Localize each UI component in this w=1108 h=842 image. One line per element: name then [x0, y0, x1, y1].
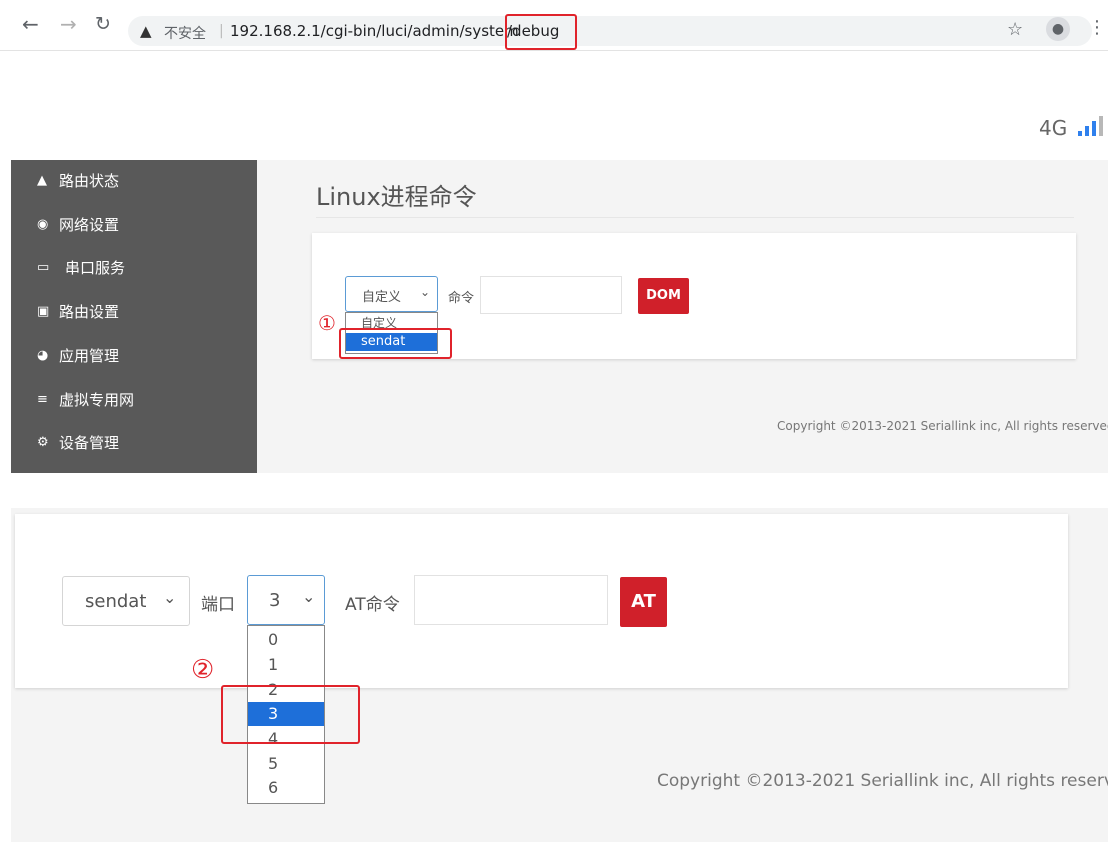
port-select-value: 3	[269, 590, 281, 611]
sidebar-item-vpn[interactable]: ≡ 虚拟专用网	[37, 389, 134, 411]
sidebar-item-serial[interactable]: ▭ 串口服务	[37, 257, 125, 279]
calendar-icon: ▣	[37, 304, 50, 319]
serial-port-icon: ▭	[37, 260, 50, 275]
sidebar-item-label: 虚拟专用网	[59, 391, 135, 409]
chevron-down-icon: ⌄	[420, 285, 431, 299]
browser-toolbar: ← → ↻ ▲ 不安全 | 192.168.2.1/cgi-bin/luci/a…	[0, 0, 1108, 51]
sidebar-item-label: 应用管理	[59, 347, 120, 365]
signal-bar-4	[1099, 116, 1103, 136]
mode-select-value: sendat	[85, 591, 147, 612]
network-type-label: 4G	[1039, 116, 1068, 140]
command-label: 命令	[448, 291, 475, 306]
annotation-1: ①	[318, 311, 336, 335]
sidebar-item-status[interactable]: ▲ 路由状态	[37, 170, 119, 192]
home-icon: ▲	[37, 173, 47, 188]
url-text: 192.168.2.1/cgi-bin/luci/admin/system	[230, 22, 519, 40]
kebab-menu-icon[interactable]: ⋮	[1088, 17, 1106, 38]
chevron-down-icon: ⌄	[302, 587, 316, 606]
port-label: 端口	[201, 595, 235, 615]
arrow-left-icon[interactable]: ←	[22, 14, 39, 34]
port-select[interactable]: 3 ⌄	[247, 575, 325, 625]
port-option-1[interactable]: 1	[248, 652, 324, 677]
page-title: Linux进程命令	[316, 183, 477, 211]
at-command-input[interactable]	[414, 575, 608, 625]
option-highlight-box	[221, 685, 360, 744]
option-highlight-box	[339, 328, 452, 359]
person-icon[interactable]: ●	[1046, 17, 1070, 41]
security-label: 不安全	[164, 26, 206, 42]
at-command-label: AT命令	[345, 595, 400, 615]
arrow-right-icon[interactable]: →	[60, 14, 77, 34]
sidebar-item-label: 路由设置	[59, 303, 120, 321]
sidebar: ▲ 路由状态 ◉ 网络设置 ▭ 串口服务 ▣ 路由设置 ◕ 应用管理 ≡ 虚拟专…	[11, 160, 257, 473]
chevron-down-icon: ⌄	[163, 588, 177, 607]
globe-icon: ◉	[37, 217, 49, 232]
signal-bar-3	[1092, 121, 1096, 136]
gear-icon: ⚙	[37, 435, 49, 450]
sidebar-item-label: 网络设置	[59, 216, 120, 234]
sidebar-item-label: 设备管理	[59, 434, 120, 452]
sidebar-item-label: 串口服务	[65, 259, 126, 277]
sidebar-item-network[interactable]: ◉ 网络设置	[37, 214, 119, 236]
title-divider	[316, 217, 1074, 218]
star-icon[interactable]: ☆	[1007, 19, 1023, 40]
sidebar-item-router-settings[interactable]: ▣ 路由设置	[37, 301, 119, 323]
signal-bar-1	[1078, 131, 1082, 136]
reload-icon[interactable]: ↻	[95, 14, 111, 34]
signal-strength-icon	[1078, 114, 1108, 136]
warning-triangle-icon: ▲	[140, 22, 152, 40]
url-highlight-box	[505, 14, 577, 50]
mode-select-lower[interactable]: sendat ⌄	[62, 576, 190, 626]
signal-bar-2	[1085, 126, 1089, 136]
port-option-5[interactable]: 5	[248, 751, 324, 776]
dom-button[interactable]: DOM	[638, 278, 689, 314]
mode-select[interactable]: 自定义 ⌄	[345, 276, 438, 312]
mode-select-value: 自定义	[362, 290, 402, 305]
sidebar-item-device[interactable]: ⚙ 设备管理	[37, 432, 119, 454]
command-input[interactable]	[480, 276, 622, 314]
address-bar[interactable]: ▲ 不安全 | 192.168.2.1/cgi-bin/luci/admin/s…	[128, 16, 1092, 46]
sidebar-item-label: 路由状态	[59, 172, 120, 190]
copyright-text: Copyright ©2013-2021 Seriallink inc, All…	[777, 419, 1108, 433]
sidebar-item-apps[interactable]: ◕ 应用管理	[37, 345, 119, 367]
port-option-0[interactable]: 0	[248, 628, 324, 652]
gauge-icon: ◕	[37, 348, 49, 363]
at-button[interactable]: AT	[620, 577, 667, 627]
copyright-text-lower: Copyright ©2013-2021 Seriallink inc, All…	[657, 771, 1108, 791]
list-icon: ≡	[37, 392, 48, 407]
annotation-2: ②	[191, 655, 215, 685]
port-option-6[interactable]: 6	[248, 776, 324, 800]
separator: |	[219, 23, 224, 39]
